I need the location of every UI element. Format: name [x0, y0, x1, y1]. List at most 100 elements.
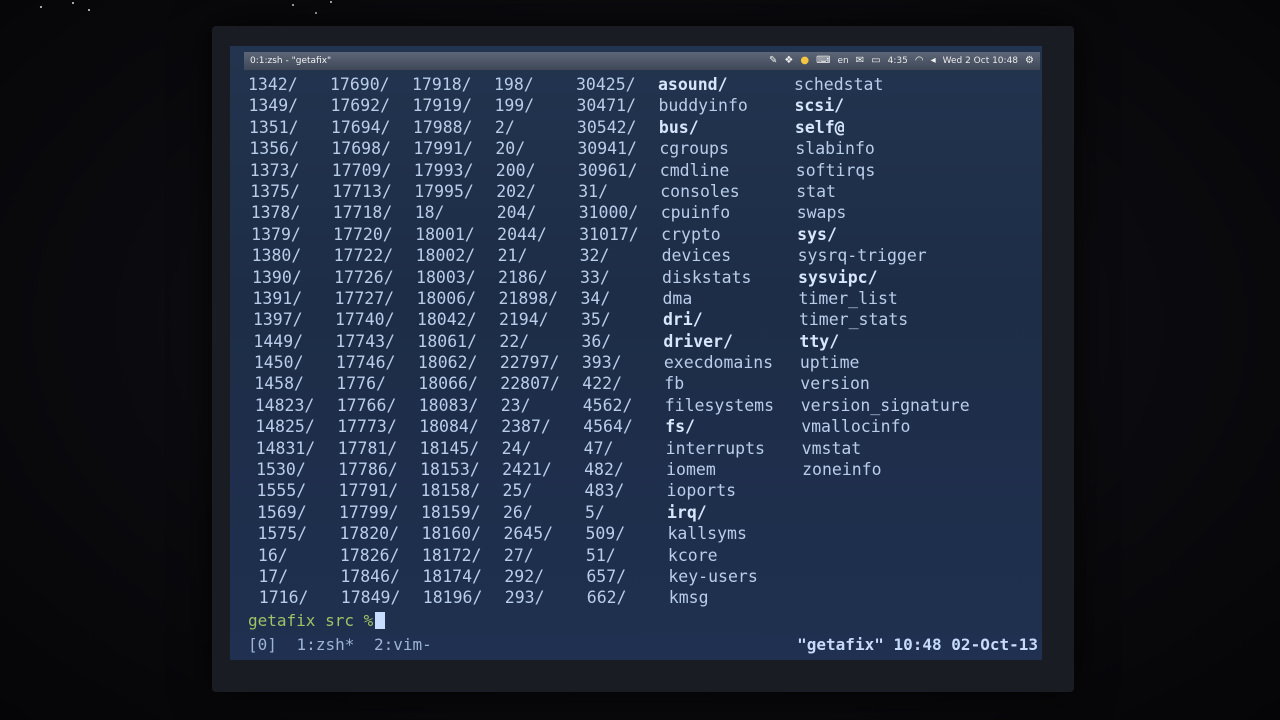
terminal-screen: 0:1:zsh - "getafix" ✎ ❖ ● ⌨ en ✉ ▭ 4:35 … [230, 46, 1042, 660]
listing-entry: version [800, 374, 870, 394]
edit-icon[interactable]: ✎ [769, 56, 777, 66]
tmux-date: 02-Oct-13 [951, 635, 1038, 654]
listing-entry: 17694/ [330, 117, 391, 137]
system-tray: ✎ ❖ ● ⌨ en ✉ ▭ 4:35 ◠ ◂ Wed 2 Oct 10:48 … [769, 56, 1034, 67]
dust-speck [72, 2, 74, 4]
top-panel: 0:1:zsh - "getafix" ✎ ❖ ● ⌨ en ✉ ▭ 4:35 … [244, 52, 1040, 70]
listing-entry: 1390/ [252, 267, 302, 287]
listing-entry: 31000/ [578, 203, 639, 223]
listing-entry: timer_list [798, 288, 898, 308]
listing-row: 1458/1776/18066/22807/422/fb version [248, 373, 1038, 394]
dust-speck [330, 1, 332, 3]
tmux-window-1[interactable]: 1:zsh* [297, 635, 355, 654]
text-cursor [375, 612, 386, 629]
listing-entry: 31017/ [579, 224, 639, 244]
listing-entry: schedstat [794, 75, 884, 94]
battery-icon[interactable]: ▭ [871, 56, 880, 66]
listing-entry: 16/ [257, 545, 288, 565]
listing-entry: kcore [667, 545, 718, 565]
listing-entry: 36/ [581, 331, 612, 351]
listing-entry: 422/ [582, 374, 623, 394]
listing-entry: 509/ [585, 524, 626, 544]
listing-entry: 17826/ [339, 545, 400, 565]
listing-row: 1380/17722/18002/21/32/devices sysrq-trig… [248, 245, 1038, 266]
shell-prompt[interactable]: getafix src % [248, 611, 386, 630]
listing-entry: driver/ [663, 331, 733, 351]
listing-entry: 2/ [494, 117, 515, 137]
dropbox-icon[interactable]: ❖ [784, 56, 793, 66]
listing-entry: 18158/ [420, 481, 481, 501]
listing-entry: 2186/ [498, 267, 548, 287]
listing-entry: 18174/ [422, 566, 482, 586]
listing-entry: 32/ [579, 246, 610, 266]
listing-entry: 17988/ [412, 117, 473, 137]
listing-row: 1373/17709/17993/200/30961/cmdline softir… [248, 160, 1038, 181]
listing-entry: 17727/ [334, 288, 395, 308]
listing-entry: 1449/ [253, 331, 304, 351]
listing-row: 1530/17786/18153/2421/482/iomem zoneinfo [248, 459, 1038, 480]
listing-row: 1716/17849/18196/293/662/kmsg [248, 587, 1038, 608]
listing-entry: 1349/ [248, 96, 299, 116]
listing-entry: 17799/ [339, 502, 399, 522]
listing-entry: dma [662, 288, 693, 308]
listing-entry: 1342/ [248, 75, 298, 94]
listing-entry: fb [664, 374, 685, 394]
listing-entry: 18159/ [421, 502, 481, 522]
keyboard-layout[interactable]: en [838, 56, 849, 66]
listing-row: 1391/17727/18006/21898/34/dma timer_list [248, 288, 1038, 309]
listing-entry: 17740/ [334, 310, 395, 330]
listing-entry: iomem [666, 460, 716, 480]
listing-entry: execdomains [663, 353, 774, 373]
chat-icon[interactable]: ● [800, 56, 809, 66]
listing-entry: 51/ [585, 545, 616, 565]
listing-entry: 14823/ [254, 395, 315, 415]
listing-entry: 204/ [496, 203, 537, 223]
listing-entry: 18061/ [417, 331, 477, 351]
listing-entry: 47/ [583, 438, 614, 458]
listing-entry: 17846/ [340, 566, 400, 586]
listing-entry: 17709/ [331, 160, 392, 180]
listing-entry: 292/ [504, 566, 545, 586]
listing-entry: softirqs [795, 160, 876, 180]
window-title: 0:1:zsh - "getafix" [250, 56, 332, 66]
battery-time[interactable]: 4:35 [888, 56, 908, 66]
listing-entry: kallsyms [667, 524, 747, 544]
listing-entry: 21898/ [498, 288, 559, 308]
tmux-window-2[interactable]: 2:vim- [374, 635, 432, 654]
listing-entry: sysrq-trigger [797, 246, 927, 266]
listing-entry: stat [796, 181, 836, 201]
gear-icon[interactable]: ⚙ [1025, 56, 1034, 66]
listing-entry: 17995/ [414, 181, 474, 201]
listing-entry: 34/ [580, 288, 611, 308]
listing-entry: filesystems [664, 395, 775, 415]
listing-entry: 17786/ [338, 460, 398, 480]
listing-entry: kmsg [668, 588, 709, 608]
listing-row: 1378/17718/18/204/31000/cpuinfo swaps [248, 202, 1038, 223]
listing-row: 14831/17781/18145/24/47/interrupts vmstat [248, 438, 1038, 459]
listing-entry: 17690/ [330, 75, 390, 94]
listing-entry: 18/ [414, 203, 445, 223]
listing-entry: vmallocinfo [801, 417, 911, 437]
listing-entry: 27/ [503, 545, 534, 565]
listing-entry: vmstat [801, 438, 862, 458]
listing-entry: 22807/ [500, 374, 560, 394]
listing-entry: 1450/ [253, 353, 304, 373]
volume-icon[interactable]: ◂ [931, 56, 936, 66]
mail-icon[interactable]: ✉ [856, 56, 864, 66]
listing-entry: key-users [668, 566, 758, 586]
listing-entry: 14831/ [255, 438, 316, 458]
listing-entry: diskstats [662, 267, 752, 287]
listing-entry: 26/ [503, 502, 533, 522]
listing-entry: 17713/ [332, 181, 392, 201]
tmux-host: "getafix" [797, 635, 884, 654]
keyboard-icon[interactable]: ⌨ [816, 56, 830, 66]
listing-entry: self@ [794, 117, 845, 137]
listing-entry: 24/ [501, 438, 532, 458]
wifi-icon[interactable]: ◠ [915, 56, 924, 66]
listing-entry: 293/ [504, 588, 545, 608]
listing-entry: 1555/ [256, 481, 307, 501]
clock[interactable]: Wed 2 Oct 10:48 [943, 56, 1018, 66]
listing-entry: 18003/ [416, 267, 476, 287]
listing-entry: 25/ [502, 481, 533, 501]
listing-entry: 1397/ [252, 310, 303, 330]
